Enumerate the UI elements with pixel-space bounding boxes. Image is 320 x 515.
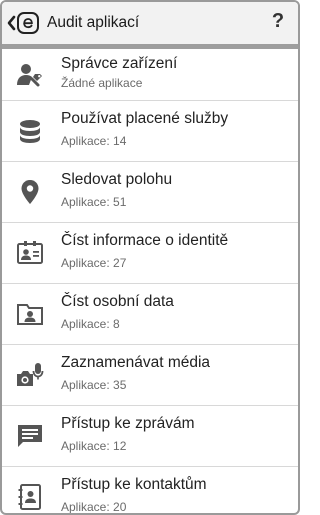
list-item-messages[interactable]: Přístup ke zprávám Aplikace: 12 xyxy=(2,406,298,467)
page-title: Audit aplikací xyxy=(47,14,140,31)
contacts-icon xyxy=(15,482,45,512)
item-title: Přístup ke zprávám xyxy=(61,415,195,432)
coins-icon xyxy=(15,116,45,146)
item-title: Používat placené služby xyxy=(61,110,229,127)
item-title: Správce zařízení xyxy=(61,55,178,72)
eset-logo-icon xyxy=(17,12,39,34)
list-item-contacts[interactable]: Přístup ke kontaktům Aplikace: 20 xyxy=(2,467,298,514)
item-title: Číst osobní data xyxy=(61,293,174,310)
item-subtitle: Žádné aplikace xyxy=(61,76,143,90)
item-subtitle: Aplikace: 35 xyxy=(61,378,127,392)
personal-folder-icon xyxy=(15,299,45,329)
app-bar: Audit aplikací ? xyxy=(2,2,298,44)
permission-list: Správce zařízení Žádné aplikace Používat… xyxy=(2,49,298,514)
list-item-media[interactable]: Zaznamenávat média Aplikace: 35 xyxy=(2,345,298,406)
list-item-location[interactable]: Sledovat polohu Aplikace: 51 xyxy=(2,162,298,223)
camera-mic-icon xyxy=(15,360,45,390)
list-item-device-admin[interactable]: Správce zařízení Žádné aplikace xyxy=(2,49,298,101)
location-pin-icon xyxy=(15,177,45,207)
app-frame: Audit aplikací ? Správce zařízení Žádné … xyxy=(0,0,300,515)
item-title: Číst informace o identitě xyxy=(61,232,229,249)
list-item-personal-data[interactable]: Číst osobní data Aplikace: 8 xyxy=(2,284,298,345)
list-item-identity[interactable]: Číst informace o identitě Aplikace: 27 xyxy=(2,223,298,284)
chevron-left-icon xyxy=(7,15,16,31)
item-subtitle: Aplikace: 27 xyxy=(61,256,127,270)
item-title: Přístup ke kontaktům xyxy=(61,476,207,493)
item-subtitle: Aplikace: 51 xyxy=(61,195,127,209)
item-subtitle: Aplikace: 20 xyxy=(61,500,127,514)
help-button[interactable]: ? xyxy=(268,10,288,34)
id-card-icon xyxy=(15,238,45,268)
message-icon xyxy=(15,421,45,451)
item-subtitle: Aplikace: 14 xyxy=(61,134,127,148)
item-title: Sledovat polohu xyxy=(61,171,173,188)
item-subtitle: Aplikace: 8 xyxy=(61,317,120,331)
item-subtitle: Aplikace: 12 xyxy=(61,439,127,453)
device-admin-icon xyxy=(15,60,45,90)
item-title: Zaznamenávat média xyxy=(61,354,211,371)
back-button[interactable] xyxy=(2,2,39,44)
list-item-paid-services[interactable]: Používat placené služby Aplikace: 14 xyxy=(2,101,298,162)
